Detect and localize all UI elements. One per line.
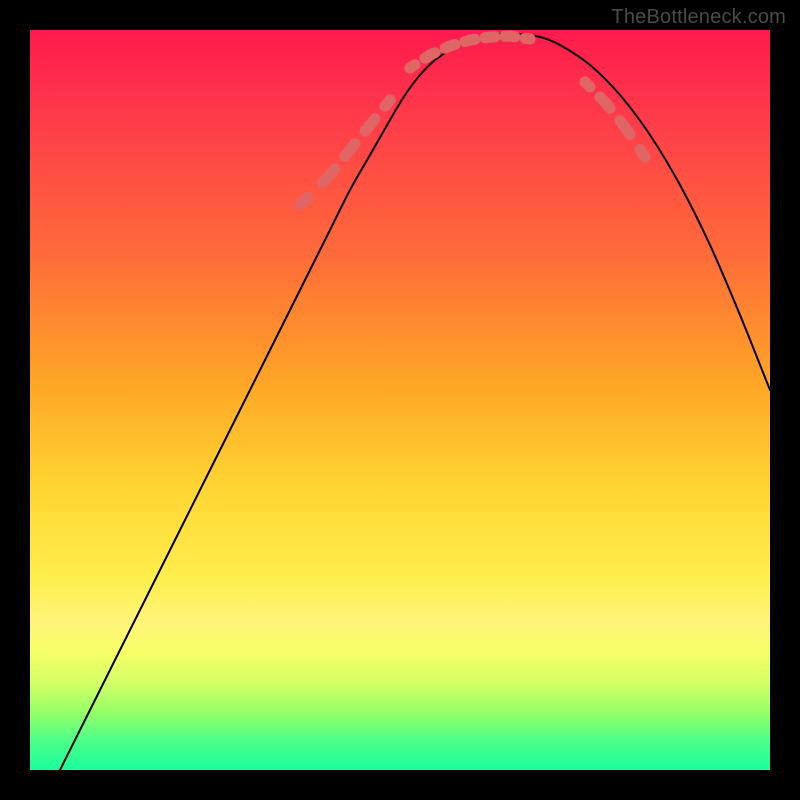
accent-dot — [330, 169, 335, 175]
accent-dot — [640, 152, 651, 163]
accent-dot — [350, 144, 355, 150]
chart-frame: TheBottleneck.com — [0, 0, 800, 800]
accent-dot — [470, 39, 475, 40]
accent-dot — [370, 119, 375, 125]
accent-dot — [430, 53, 435, 55]
accent-dot-group — [295, 34, 651, 211]
accent-dot — [405, 63, 416, 74]
accent-dot — [525, 34, 536, 45]
accent-dot — [625, 127, 630, 135]
accent-dot — [385, 95, 396, 106]
accent-dot — [580, 77, 591, 88]
accent-dot — [605, 102, 610, 108]
chart-plot-area — [30, 30, 770, 770]
bottleneck-curve — [60, 34, 770, 770]
chart-svg — [30, 30, 770, 770]
attribution-watermark: TheBottleneck.com — [611, 6, 786, 29]
accent-dot — [295, 200, 306, 211]
accent-dot — [450, 45, 455, 47]
accent-dot — [510, 36, 515, 37]
